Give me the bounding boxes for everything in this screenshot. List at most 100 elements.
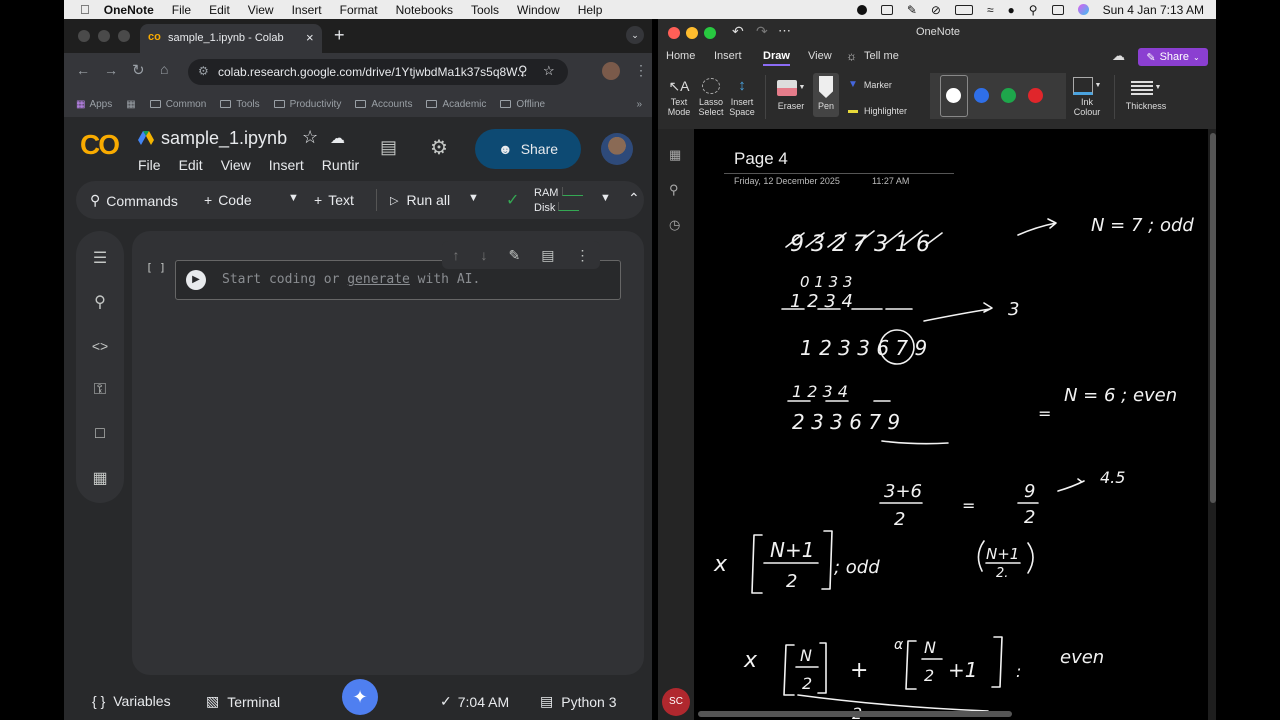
zoom-window-icon[interactable] bbox=[704, 27, 716, 39]
tab-draw[interactable]: Draw bbox=[763, 50, 790, 66]
activity-icon[interactable]: ☁ bbox=[1112, 48, 1125, 64]
eraser-button[interactable]: ▼ Eraser bbox=[772, 75, 810, 111]
marker-button[interactable]: ▼ Marker bbox=[848, 79, 892, 90]
execution-time[interactable]: ✓ 7:04 AM bbox=[440, 693, 509, 710]
generate-link[interactable]: generate bbox=[347, 272, 410, 287]
bookmark-tools[interactable]: Tools bbox=[220, 99, 260, 110]
record-icon[interactable] bbox=[856, 4, 867, 15]
collapse-header-icon[interactable]: ⌃ bbox=[628, 190, 640, 207]
move-cell-down-icon[interactable]: ↓ bbox=[481, 247, 488, 263]
siri-icon[interactable] bbox=[1077, 4, 1089, 15]
menu-view[interactable]: View bbox=[248, 3, 274, 17]
notebooks-icon[interactable]: ▦ bbox=[669, 147, 681, 163]
pen-white-swatch[interactable] bbox=[946, 88, 961, 103]
undo-icon[interactable]: ↶ bbox=[732, 23, 744, 40]
pen-blue-swatch[interactable] bbox=[974, 88, 989, 103]
forward-icon[interactable]: → bbox=[104, 62, 118, 78]
horizontal-scroll-thumb[interactable] bbox=[698, 711, 1012, 717]
home-icon[interactable]: ⌂ bbox=[160, 61, 168, 77]
resources-indicator[interactable]: RAM Disk bbox=[534, 186, 583, 216]
menu-edit[interactable]: Edit bbox=[209, 3, 230, 17]
menu-datetime[interactable]: Sun 4 Jan 7:13 AM bbox=[1103, 3, 1204, 17]
user-icon[interactable]: ● bbox=[1008, 3, 1015, 17]
comments-icon[interactable]: ▤ bbox=[380, 137, 397, 158]
browser-menu-icon[interactable]: ⋮ bbox=[634, 62, 648, 79]
mute-icon[interactable]: ⊘ bbox=[931, 3, 941, 17]
gemini-sparkle-icon[interactable]: ✦ bbox=[342, 679, 378, 715]
url-input[interactable]: ⚙ colab.research.google.com/drive/1Ytjwb… bbox=[188, 59, 568, 85]
tab-insert[interactable]: Insert bbox=[714, 50, 742, 62]
star-icon[interactable]: ☆ bbox=[302, 127, 318, 148]
commands-button[interactable]: ⚲ Commands bbox=[90, 192, 178, 209]
bookmark-star-icon[interactable]: ☆ bbox=[543, 63, 555, 79]
reload-icon[interactable]: ↻ bbox=[132, 61, 145, 79]
runtime-type[interactable]: ▤ Python 3 bbox=[540, 693, 617, 710]
menu-app-name[interactable]: OneNote bbox=[104, 3, 154, 17]
pen-green-swatch[interactable] bbox=[1001, 88, 1016, 103]
pen-red-swatch[interactable] bbox=[1028, 88, 1043, 103]
zoom-window-icon[interactable] bbox=[118, 30, 130, 42]
back-icon[interactable]: ← bbox=[76, 62, 90, 78]
recent-clock-icon[interactable]: ◷ bbox=[669, 217, 680, 233]
menu-help[interactable]: Help bbox=[578, 3, 603, 17]
lasso-select-button[interactable]: Lasso Select bbox=[696, 75, 726, 117]
user-avatar[interactable] bbox=[601, 133, 633, 165]
delete-cell-icon[interactable]: ▤ bbox=[541, 247, 554, 264]
more-bookmarks-icon[interactable]: » bbox=[636, 99, 642, 110]
data-table-icon[interactable]: ▦ bbox=[89, 467, 111, 489]
bookmark-apps[interactable]: ▦ Apps bbox=[76, 99, 112, 110]
thickness-button[interactable]: ▼ Thickness bbox=[1120, 75, 1172, 111]
colab-menu-view[interactable]: View bbox=[221, 157, 251, 173]
colab-menu-file[interactable]: File bbox=[138, 157, 161, 173]
tab-search-icon[interactable]: ⌄ bbox=[626, 26, 644, 44]
new-tab-icon[interactable]: + bbox=[334, 25, 345, 46]
battery-icon[interactable] bbox=[954, 4, 973, 15]
apple-icon[interactable]:  bbox=[80, 2, 90, 17]
search-icon[interactable]: ⚲ bbox=[1029, 3, 1038, 17]
text-mode-button[interactable]: ↖A Text Mode bbox=[664, 75, 694, 117]
colab-menu-insert[interactable]: Insert bbox=[269, 157, 304, 173]
profile-avatar[interactable] bbox=[602, 62, 620, 80]
insert-space-button[interactable]: ↕ Insert Space bbox=[726, 75, 758, 117]
colab-menu-runtime[interactable]: Runtir bbox=[322, 157, 359, 173]
find-replace-icon[interactable]: ⚲ bbox=[89, 291, 111, 313]
search-icon[interactable]: ⚲ bbox=[669, 182, 679, 198]
wifi-icon[interactable]: ≈ bbox=[987, 3, 994, 17]
menu-file[interactable]: File bbox=[172, 3, 191, 17]
close-window-icon[interactable] bbox=[668, 27, 680, 39]
bookmark-productivity[interactable]: Productivity bbox=[273, 99, 341, 110]
close-tab-icon[interactable]: × bbox=[306, 30, 314, 45]
vertical-scroll-thumb[interactable] bbox=[1210, 133, 1216, 503]
variables-button[interactable]: { } Variables bbox=[92, 693, 171, 709]
code-snippets-icon[interactable]: <> bbox=[89, 335, 111, 357]
menu-insert[interactable]: Insert bbox=[292, 3, 322, 17]
notebook-name[interactable]: sample_1.ipynb bbox=[161, 128, 287, 149]
ai-edit-icon[interactable]: ✎ bbox=[509, 247, 521, 264]
colab-share-button[interactable]: ☻ Share bbox=[475, 129, 581, 169]
run-dropdown-icon[interactable]: ▼ bbox=[468, 192, 479, 204]
colab-menu-edit[interactable]: Edit bbox=[179, 157, 203, 173]
run-all-button[interactable]: ▷ Run all bbox=[390, 192, 450, 208]
vertical-scrollbar[interactable] bbox=[1210, 129, 1216, 720]
terminal-button[interactable]: ▧ Terminal bbox=[206, 693, 280, 710]
table-of-contents-icon[interactable]: ☰ bbox=[89, 247, 111, 269]
page-canvas[interactable]: Page 4 Friday, 12 December 2025 11:27 AM… bbox=[694, 129, 1208, 720]
pen-button[interactable]: Pen bbox=[813, 73, 839, 117]
tab-groups-icon[interactable]: ▦ bbox=[126, 99, 135, 110]
cloud-saved-icon[interactable]: ☁ bbox=[330, 129, 345, 147]
runtime-dropdown-icon[interactable]: ▼ bbox=[600, 192, 611, 204]
menu-tools[interactable]: Tools bbox=[471, 3, 499, 17]
add-code-button[interactable]: + Code bbox=[204, 192, 252, 208]
more-actions-icon[interactable]: ⋮ bbox=[575, 247, 589, 264]
highlighter-button[interactable]: ▬ Highlighter bbox=[848, 105, 907, 116]
menu-window[interactable]: Window bbox=[517, 3, 560, 17]
secrets-key-icon[interactable]: ⚿ bbox=[89, 379, 111, 401]
bookmark-offline[interactable]: Offline bbox=[500, 99, 545, 110]
tell-me-search[interactable]: Tell me bbox=[864, 50, 899, 62]
more-icon[interactable]: ⋯ bbox=[778, 23, 791, 39]
redo-icon[interactable]: ↷ bbox=[756, 23, 768, 40]
zoom-search-icon[interactable]: ⚲ bbox=[518, 63, 528, 79]
user-initials-avatar[interactable]: SC bbox=[662, 688, 690, 716]
control-center-icon[interactable] bbox=[1051, 4, 1064, 15]
minimize-window-icon[interactable] bbox=[686, 27, 698, 39]
